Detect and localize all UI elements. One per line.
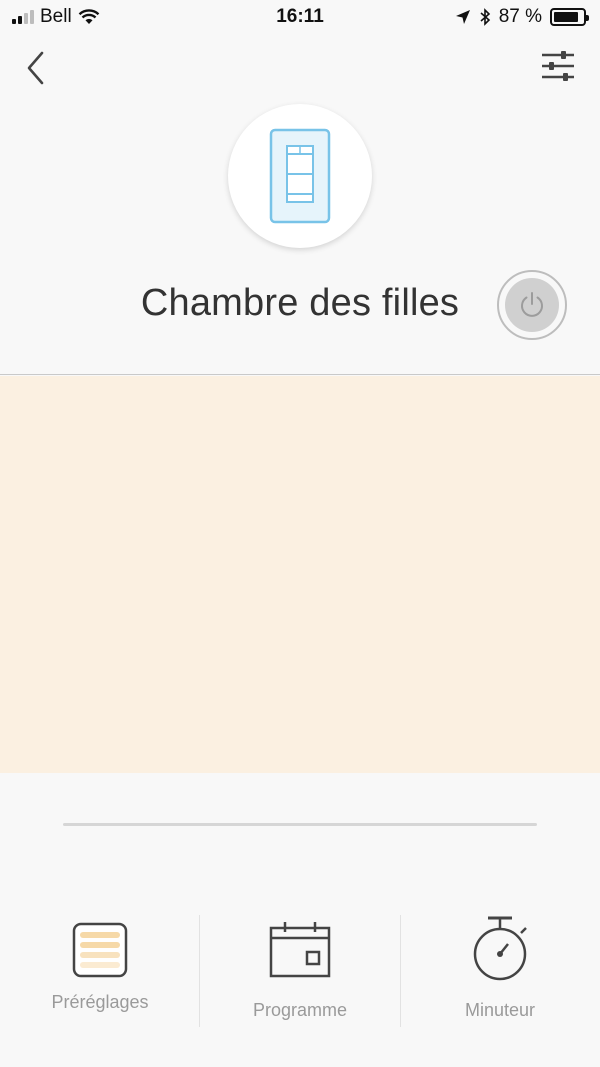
power-button[interactable] [497,270,567,340]
tab-schedule[interactable]: Programme [200,900,400,1030]
color-selection-area[interactable] [0,376,600,773]
tab-presets[interactable]: Préréglages [0,900,200,1030]
location-arrow-icon [455,10,470,24]
back-button[interactable] [20,48,54,88]
device-icon-circle [228,104,372,248]
tab-label-schedule: Programme [252,1000,348,1020]
presets-icon [72,922,128,978]
settings-button[interactable] [538,48,578,84]
brightness-slider[interactable] [63,823,537,826]
power-button-face [505,278,559,332]
power-icon [521,292,543,317]
sliders-icon [542,51,574,81]
calendar-icon [269,922,331,978]
tab-label-timer: Minuteur [464,1000,536,1020]
tab-timer[interactable]: Minuteur [400,900,600,1030]
battery-icon [550,8,589,26]
status-bar: Bell 16:11 87 % [0,0,600,36]
stopwatch-icon [473,916,527,981]
tab-label-presets: Préréglages [51,992,149,1012]
status-right: 87 % [455,6,589,28]
chevron-left-icon [27,51,44,85]
bottom-tab-bar: Préréglages Programme Minuteur [0,900,600,1040]
bluetooth-icon [480,8,490,26]
battery-percent: 87 % [498,6,542,27]
dimmer-switch-icon [269,128,331,224]
